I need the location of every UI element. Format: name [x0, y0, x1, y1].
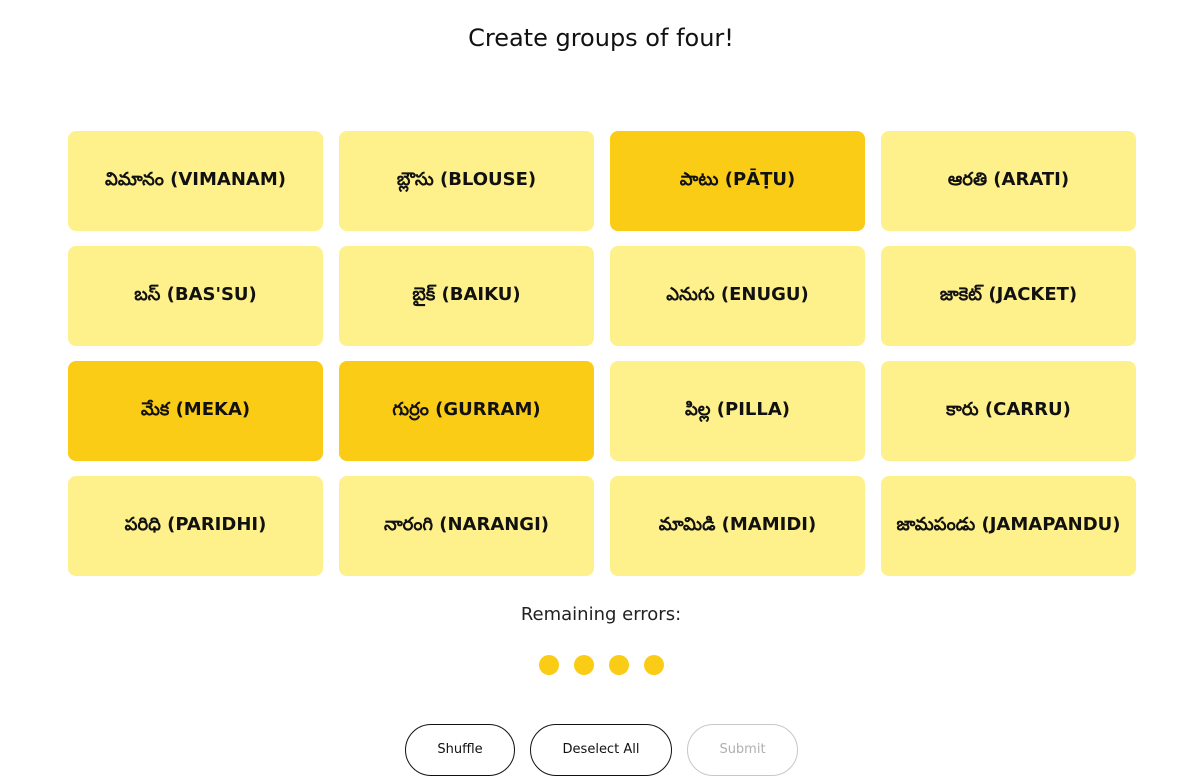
word-tile[interactable]: పిల్ల (PILLA) — [610, 361, 865, 461]
word-tile[interactable]: బస్ (BAS'SU) — [68, 246, 323, 346]
error-dot — [539, 655, 559, 675]
shuffle-button[interactable]: Shuffle — [405, 724, 515, 776]
word-tile[interactable]: బైక్ (BAIKU) — [339, 246, 594, 346]
error-dot — [574, 655, 594, 675]
word-tile[interactable]: విమానం (VIMANAM) — [68, 131, 323, 231]
error-dot — [644, 655, 664, 675]
remaining-errors-label: Remaining errors: — [520, 604, 682, 625]
word-tile[interactable]: బ్లౌసు (BLOUSE) — [339, 131, 594, 231]
word-tile[interactable]: ఆరతి (ARATI) — [881, 131, 1136, 231]
word-tile[interactable]: పాటు (PĀṬU) — [610, 131, 865, 231]
word-tile[interactable]: ఎనుగు (ENUGU) — [610, 246, 865, 346]
word-tile[interactable]: గుర్రం (GURRAM) — [339, 361, 594, 461]
word-tile[interactable]: జాకెట్ (JACKET) — [881, 246, 1136, 346]
error-dot — [609, 655, 629, 675]
word-tile[interactable]: మేక (MEKA) — [68, 361, 323, 461]
deselect-all-button[interactable]: Deselect All — [530, 724, 672, 776]
remaining-errors-dots — [539, 655, 664, 675]
submit-button[interactable]: Submit — [687, 724, 798, 776]
word-tile[interactable]: నారంగి (NARANGI) — [339, 476, 594, 576]
word-tile[interactable]: కారు (CARRU) — [881, 361, 1136, 461]
word-tile[interactable]: జామపండు (JAMAPANDU) — [881, 476, 1136, 576]
word-grid: విమానం (VIMANAM) బ్లౌసు (BLOUSE) పాటు (P… — [68, 131, 1136, 576]
word-tile[interactable]: మామిడి (MAMIDI) — [610, 476, 865, 576]
word-tile[interactable]: పరిధి (PARIDHI) — [68, 476, 323, 576]
page-title: Create groups of four! — [468, 24, 734, 52]
